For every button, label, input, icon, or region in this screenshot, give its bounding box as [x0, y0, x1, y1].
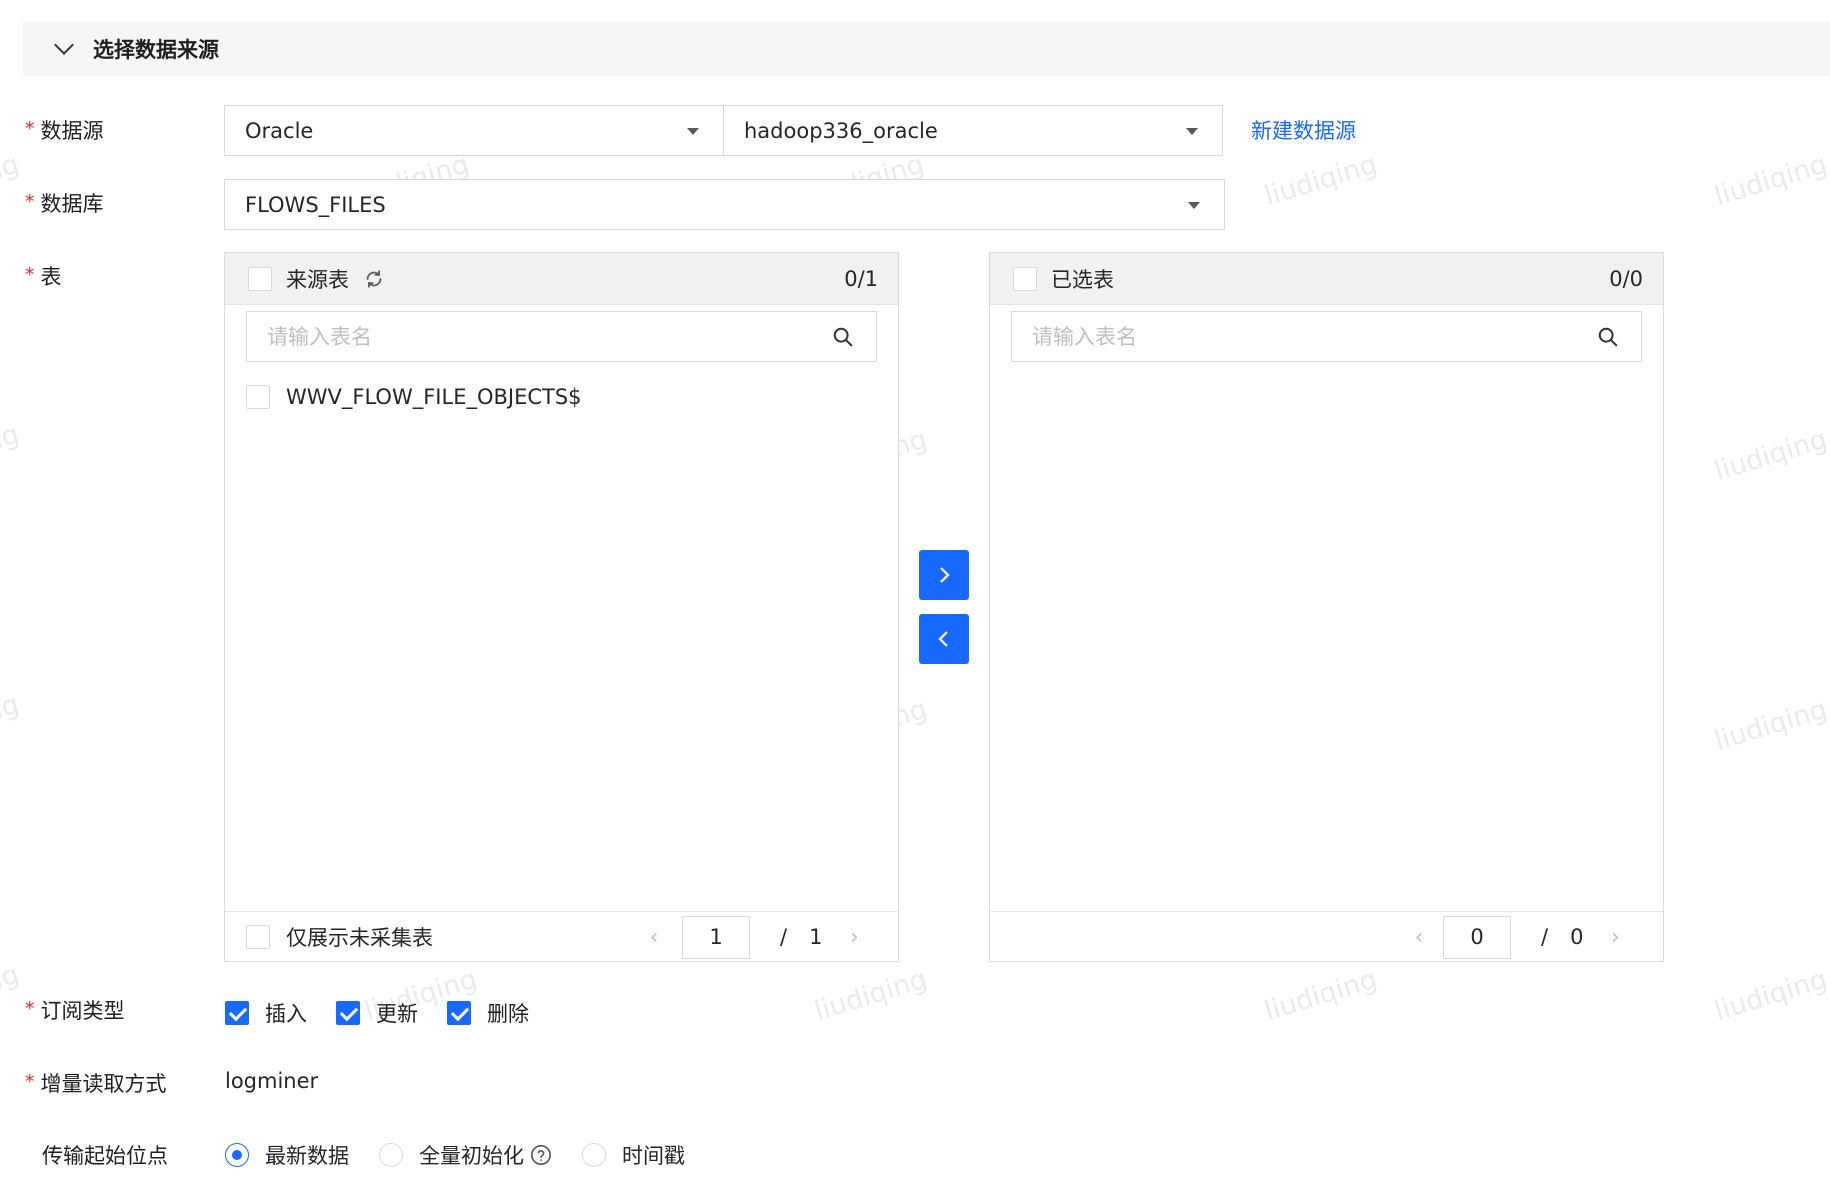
selected-panel-title: 已选表 [1051, 267, 1114, 292]
prev-page-icon[interactable]: ‹ [1407, 925, 1431, 950]
source-panel-title: 来源表 [286, 267, 349, 292]
page-total: 1 [809, 925, 823, 949]
uncollected-only-label: 仅展示未采集表 [286, 925, 433, 950]
subscribe-delete-option[interactable]: 删除 [447, 998, 529, 1028]
chevron-right-icon [940, 567, 950, 583]
caret-down-icon [687, 128, 699, 135]
search-icon[interactable] [832, 326, 854, 348]
required-mark: * [25, 1071, 35, 1093]
page-separator: / [1541, 925, 1549, 949]
chevron-left-icon [938, 631, 948, 647]
required-mark: * [25, 191, 35, 213]
search-icon[interactable] [1597, 326, 1619, 348]
timestamp-label: 时间戳 [622, 1144, 685, 1168]
full-init-label: 全量初始化 [419, 1144, 524, 1168]
selected-search-input[interactable] [1032, 324, 1550, 349]
required-mark: * [25, 998, 35, 1020]
source-panel-footer: 仅展示未采集表 ‹ 1 / 1 › [225, 911, 898, 961]
start-point-group: 最新数据 全量初始化 时间戳 [225, 1140, 715, 1170]
selected-table-panel: 已选表 0/0 ‹ 0 / 0 › [989, 252, 1664, 962]
move-right-button[interactable] [919, 550, 969, 600]
required-mark: * [25, 264, 35, 286]
start-full-init-option[interactable]: 全量初始化 [379, 1140, 552, 1170]
timestamp-radio[interactable] [582, 1143, 606, 1167]
selected-panel-header: 已选表 0/0 [990, 253, 1663, 305]
database-label: * 数据库 [25, 191, 104, 216]
datasource-instance-select[interactable]: hadoop336_oracle [723, 105, 1223, 156]
source-count: 0/1 [844, 266, 878, 291]
latest-radio[interactable] [225, 1143, 249, 1167]
prev-page-icon[interactable]: ‹ [642, 925, 666, 950]
watermark: liudiqing [0, 958, 23, 1023]
uncollected-only-checkbox[interactable] [246, 924, 270, 949]
source-search[interactable] [246, 311, 877, 362]
watermark: liudiqing [810, 963, 931, 1028]
watermark: liudiqing [1260, 963, 1381, 1028]
caret-down-icon [1188, 202, 1200, 209]
list-item[interactable]: WWV_FLOW_FILE_OBJECTS$ [225, 379, 898, 414]
insert-label: 插入 [265, 1002, 307, 1026]
table-name: WWV_FLOW_FILE_OBJECTS$ [286, 384, 582, 409]
section-title: 选择数据来源 [93, 37, 219, 62]
next-page-icon[interactable]: › [1603, 925, 1627, 950]
subscribe-type-label: * 订阅类型 [25, 998, 125, 1023]
watermark: liudiqing [1710, 423, 1830, 488]
incremental-mode-label: * 增量读取方式 [25, 1071, 167, 1096]
refresh-icon[interactable] [363, 268, 385, 290]
watermark: liudiqing [0, 148, 23, 213]
page-input[interactable]: 1 [682, 915, 750, 959]
datasource-instance-value: hadoop336_oracle [744, 118, 938, 143]
update-label: 更新 [376, 1002, 418, 1026]
watermark: liudiqing [0, 688, 23, 753]
full-init-radio[interactable] [379, 1143, 403, 1167]
start-timestamp-option[interactable]: 时间戳 [582, 1140, 685, 1170]
datasource-type-select[interactable]: Oracle [224, 105, 724, 156]
update-checkbox[interactable] [336, 1001, 360, 1025]
start-point-label: 传输起始位点 [42, 1144, 168, 1168]
watermark: liudiqing [1710, 148, 1830, 213]
move-left-button[interactable] [919, 614, 969, 664]
caret-down-icon [1186, 128, 1198, 135]
database-select[interactable]: FLOWS_FILES [224, 179, 1225, 230]
selected-panel-footer: ‹ 0 / 0 › [990, 911, 1663, 961]
datasource-label: * 数据源 [25, 118, 104, 143]
delete-checkbox[interactable] [447, 1001, 471, 1025]
watermark: liudiqing [1710, 693, 1830, 758]
source-select-all-checkbox[interactable] [248, 266, 272, 291]
watermark: liudiqing [1710, 963, 1830, 1028]
table-label: * 表 [25, 264, 62, 289]
latest-label: 最新数据 [265, 1144, 349, 1168]
page-separator: / [780, 925, 788, 949]
page-total: 0 [1570, 925, 1584, 949]
next-page-icon[interactable]: › [842, 925, 866, 950]
watermark: liudiqing [0, 418, 23, 483]
subscribe-update-option[interactable]: 更新 [336, 998, 418, 1028]
start-latest-option[interactable]: 最新数据 [225, 1140, 349, 1170]
section-header[interactable]: 选择数据来源 [23, 21, 1830, 76]
subscribe-type-group: 插入 更新 删除 [225, 998, 558, 1028]
source-pager: ‹ 1 / 1 › [642, 912, 866, 962]
selected-search[interactable] [1011, 311, 1642, 362]
required-mark: * [25, 118, 35, 140]
watermark: liudiqing [1260, 148, 1381, 213]
question-circle-icon[interactable] [530, 1144, 552, 1166]
chevron-down-icon [54, 34, 74, 55]
insert-checkbox[interactable] [225, 1001, 249, 1025]
source-table-panel: 来源表 0/1 WWV_FLOW_FILE_OBJECTS$ 仅展示未采集表 ‹… [224, 252, 899, 962]
item-checkbox[interactable] [246, 384, 270, 409]
selected-select-all-checkbox[interactable] [1013, 266, 1037, 291]
selected-count: 0/0 [1609, 266, 1643, 291]
database-value: FLOWS_FILES [245, 192, 386, 217]
subscribe-insert-option[interactable]: 插入 [225, 998, 307, 1028]
source-panel-header: 来源表 0/1 [225, 253, 898, 305]
new-datasource-link[interactable]: 新建数据源 [1251, 115, 1356, 145]
delete-label: 删除 [487, 1002, 529, 1026]
source-search-input[interactable] [267, 324, 785, 349]
page-input[interactable]: 0 [1443, 915, 1511, 959]
incremental-mode-value: logminer [225, 1069, 319, 1093]
datasource-type-value: Oracle [245, 118, 314, 143]
selected-pager: ‹ 0 / 0 › [1407, 912, 1627, 962]
